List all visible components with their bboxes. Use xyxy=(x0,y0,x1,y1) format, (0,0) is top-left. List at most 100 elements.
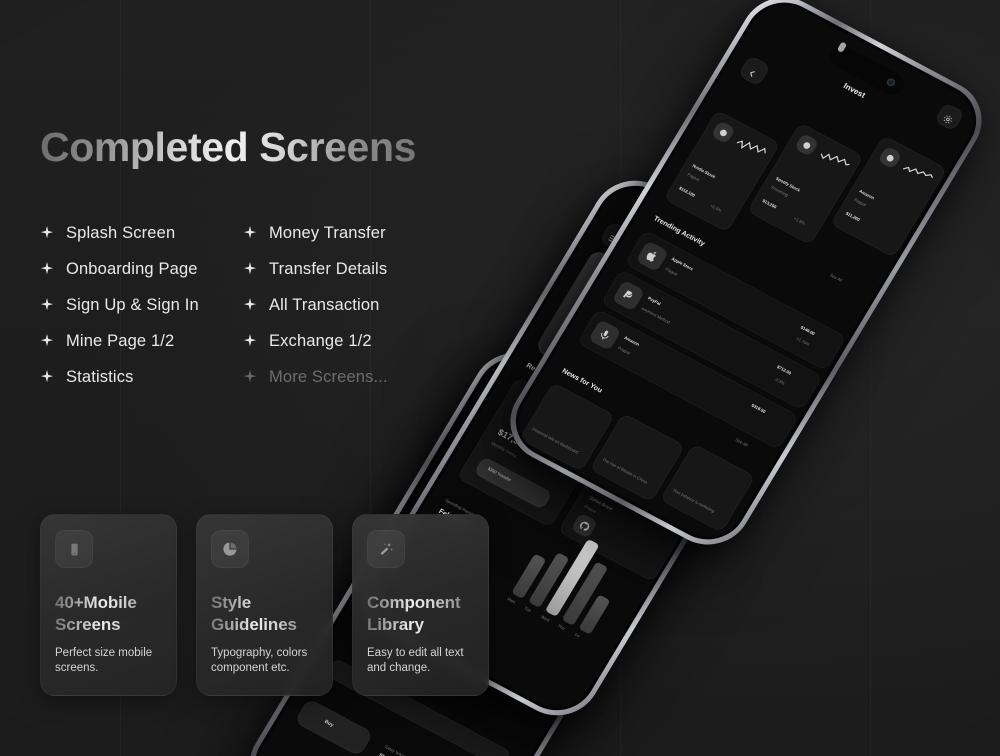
trending-name: Apple Store xyxy=(670,256,695,272)
stock-card[interactable] xyxy=(830,134,948,258)
top-actions[interactable] xyxy=(754,264,806,303)
stock-card[interactable] xyxy=(746,122,864,246)
sparkle-icon xyxy=(243,370,257,384)
axis-label: Thu xyxy=(557,623,566,631)
news-card[interactable] xyxy=(589,412,686,503)
bar xyxy=(544,538,600,617)
card-network: MasterCard xyxy=(575,341,598,356)
stock-name: Amazon xyxy=(858,188,876,201)
bar xyxy=(561,561,609,626)
feature-column-1: Splash Screen Onboarding Page Sign Up & … xyxy=(40,215,243,395)
card-description: Perfect size mobile screens. xyxy=(55,646,153,675)
card-title: Component Library xyxy=(367,592,474,636)
trending-row[interactable] xyxy=(601,269,823,410)
wallet-label: Your Wallet xyxy=(596,264,623,282)
stock-change: +2.5% xyxy=(709,203,723,214)
sparkle-icon xyxy=(40,262,54,276)
feature-item-label: Exchange 1/2 xyxy=(269,331,372,350)
bell-icon[interactable] xyxy=(778,282,795,302)
apple-icon xyxy=(635,240,670,273)
stock-logo-icon xyxy=(794,132,820,157)
news-heading: News for You xyxy=(560,367,604,395)
feature-item-onboarding-page[interactable]: Onboarding Page xyxy=(40,251,243,287)
card-description: Easy to edit all text and change. xyxy=(367,646,464,675)
feature-cards: 40+Mobile Screens Perfect size mobile sc… xyxy=(40,514,489,696)
news-card[interactable] xyxy=(659,443,756,533)
pie-chart-icon xyxy=(211,530,249,568)
sparkline xyxy=(902,166,934,179)
trending-name: PayPal xyxy=(647,295,662,307)
salary-card[interactable] xyxy=(456,376,612,528)
stock-sub: Paypal xyxy=(686,171,701,183)
wallet-card-inner xyxy=(556,282,768,444)
feature-column-2: Money Transfer Transfer Details All Tran… xyxy=(243,215,446,395)
recent-transfer-card[interactable] xyxy=(590,430,714,528)
card-number: •••• •••• •••• 5619 xyxy=(586,324,626,349)
feature-item-label: More Screens... xyxy=(269,367,388,386)
avatar xyxy=(619,463,645,488)
feature-item-statistics[interactable]: Statistics xyxy=(40,359,243,395)
stock-card[interactable] xyxy=(663,109,781,233)
price-value: $10,250 xyxy=(452,450,500,484)
mobile-phone-icon xyxy=(55,530,93,568)
app-canvas: GitHub Brand Paypal $10,250 -1.17% This … xyxy=(0,0,1000,756)
salary-sub: Monthly Salary xyxy=(490,440,518,459)
list-item-title: GitHub Brand xyxy=(588,495,614,512)
wallet-card[interactable] xyxy=(533,248,791,454)
stock-sub: Paypal xyxy=(853,197,868,208)
stock-change: +1.8% xyxy=(792,215,807,226)
dynamic-island xyxy=(825,41,909,99)
feature-item-label: Money Transfer xyxy=(269,223,386,242)
feature-item-splash-screen[interactable]: Splash Screen xyxy=(40,215,243,251)
list-item[interactable] xyxy=(557,483,682,583)
phone-frame xyxy=(494,0,998,560)
left-content-column: Completed Screens Splash Screen Onboardi… xyxy=(40,125,470,395)
news-card[interactable] xyxy=(519,382,616,472)
sparkle-icon xyxy=(243,262,257,276)
screen-title: Invest xyxy=(841,81,867,100)
sparkle-icon xyxy=(243,226,257,240)
back-button[interactable] xyxy=(737,54,772,87)
feature-item-sign-up-sign-in[interactable]: Sign Up & Sign In xyxy=(40,287,243,323)
search-icon[interactable] xyxy=(759,272,776,292)
feature-item-all-transaction[interactable]: All Transaction xyxy=(243,287,446,323)
github-icon xyxy=(570,512,599,539)
chart-tooltip-value: $9,840 xyxy=(555,526,570,538)
card-mobile-screens[interactable]: 40+Mobile Screens Perfect size mobile sc… xyxy=(40,514,177,696)
camera-dot xyxy=(684,222,695,235)
settings-button[interactable] xyxy=(934,102,965,132)
list-item-title: GitHub Brand xyxy=(514,427,547,448)
wallet-icon xyxy=(509,392,544,425)
card-component-library[interactable]: Component Library Easy to edit all text … xyxy=(352,514,489,696)
card-style-guidelines[interactable]: Style Guidelines Typography, colors comp… xyxy=(196,514,333,696)
avatar xyxy=(605,455,631,480)
axis-label: Tue xyxy=(523,605,533,613)
feature-item-label: Splash Screen xyxy=(66,223,176,242)
feature-item-mine-page[interactable]: Mine Page 1/2 xyxy=(40,323,243,359)
feature-list: Splash Screen Onboarding Page Sign Up & … xyxy=(40,215,470,395)
stock-price: $13,250 xyxy=(761,198,778,210)
price-change: -1.17% xyxy=(448,465,463,476)
transfer-button[interactable] xyxy=(473,456,553,510)
card-description: Typography, colors component etc. xyxy=(211,646,308,675)
menu-icon[interactable] xyxy=(598,220,633,253)
github-icon xyxy=(478,410,512,443)
salary-amount: $17,500 xyxy=(496,427,531,451)
feature-item-money-transfer[interactable]: Money Transfer xyxy=(243,215,446,251)
trending-amount: $149.00 xyxy=(799,324,816,337)
camera-dot xyxy=(563,394,575,406)
list-item[interactable] xyxy=(467,399,684,539)
feature-item-transfer-details[interactable]: Transfer Details xyxy=(243,251,446,287)
trending-sub: Paypal xyxy=(664,266,679,277)
trending-row[interactable] xyxy=(577,309,799,450)
volume-label: Today Volume xyxy=(383,743,410,756)
trending-row[interactable] xyxy=(624,230,846,371)
avatar xyxy=(633,470,659,495)
feature-item-more-screens[interactable]: More Screens... xyxy=(243,359,446,395)
card-title: Style Guidelines xyxy=(211,592,318,636)
dynamic-island xyxy=(672,222,756,280)
buy-button[interactable] xyxy=(293,698,374,756)
stock-logo-icon xyxy=(877,145,903,170)
feature-item-exchange[interactable]: Exchange 1/2 xyxy=(243,323,446,359)
amazon-icon xyxy=(588,319,622,351)
